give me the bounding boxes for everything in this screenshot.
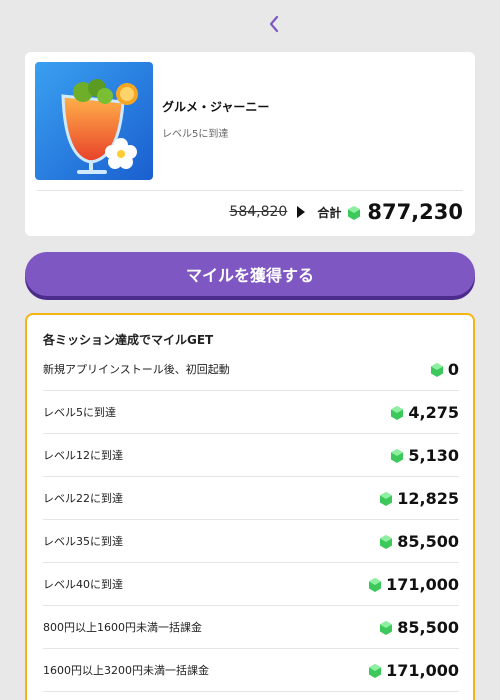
gem-icon	[379, 534, 393, 549]
app-card: グルメ・ジャーニー レベル5に到達 584,820 合計 877,230	[25, 52, 475, 236]
mission-reward: 4,275	[390, 403, 459, 422]
gem-icon	[430, 362, 444, 377]
mission-reward: 85,500	[379, 532, 459, 551]
original-value: 584,820	[229, 204, 288, 220]
mission-row: レベル12に到達 5,130	[43, 434, 459, 477]
mission-label: レベル35に到達	[43, 535, 123, 548]
tropical-drink-app-icon	[35, 62, 153, 180]
mission-label: 新規アプリインストール後、初回起動	[43, 363, 230, 376]
mission-reward: 12,825	[379, 489, 459, 508]
mission-row: レベル22に到達 12,825	[43, 477, 459, 520]
gem-icon	[368, 577, 382, 592]
gem-icon	[368, 663, 382, 678]
divider	[37, 190, 463, 191]
mission-reward: 171,000	[368, 661, 459, 680]
mission-row: 800円以上1600円未満一括課金 85,500	[43, 606, 459, 649]
earn-miles-button[interactable]: マイルを獲得する	[25, 252, 475, 296]
gem-icon	[390, 448, 404, 463]
total-row: 584,820 合計 877,230	[229, 198, 463, 226]
app-subtitle: レベル5に到達	[162, 129, 229, 140]
mission-reward-value: 0	[447, 359, 459, 379]
mission-reward-value: 85,500	[397, 531, 459, 551]
gem-icon	[379, 620, 393, 635]
mission-label: レベル40に到達	[43, 578, 123, 591]
mission-row: レベル40に到達 171,000	[43, 563, 459, 606]
mission-row: 1600円以上3200円未満一括課金 171,000	[43, 649, 459, 692]
mission-label: レベル12に到達	[43, 449, 123, 462]
gem-icon	[390, 405, 404, 420]
total-value: 877,230	[367, 200, 463, 224]
mission-label: レベル5に到達	[43, 406, 116, 419]
mission-label: 800円以上1600円未満一括課金	[43, 621, 202, 634]
mission-reward-value: 85,500	[397, 617, 459, 637]
app-title: グルメ・ジャーニー	[162, 100, 270, 114]
mission-reward: 0	[430, 360, 459, 379]
mission-reward-value: 4,275	[408, 402, 459, 422]
gem-icon	[379, 491, 393, 506]
mission-label: 1600円以上3200円未満一括課金	[43, 664, 209, 677]
mission-reward: 85,500	[379, 618, 459, 637]
mission-row: レベル35に到達 85,500	[43, 520, 459, 563]
arrow-right-icon	[297, 206, 306, 218]
gem-icon	[347, 205, 361, 220]
total-label: 合計	[317, 205, 342, 220]
mission-reward-value: 171,000	[386, 574, 459, 594]
mission-row: レベル5に到達 4,275	[43, 391, 459, 434]
mission-row: 新規アプリインストール後、初回起動 0	[43, 348, 459, 391]
missions-panel: 各ミッション達成でマイルGET 新規アプリインストール後、初回起動 0 レベル5に到…	[25, 313, 475, 700]
mission-reward: 5,130	[390, 446, 459, 465]
mission-label: レベル22に到達	[43, 492, 123, 505]
mission-reward-value: 171,000	[386, 660, 459, 680]
mission-reward: 171,000	[368, 575, 459, 594]
mission-reward-value: 12,825	[397, 488, 459, 508]
mission-reward-value: 5,130	[408, 445, 459, 465]
back-chevron-icon[interactable]	[262, 12, 286, 36]
missions-title: 各ミッション達成でマイルGET	[43, 333, 214, 347]
